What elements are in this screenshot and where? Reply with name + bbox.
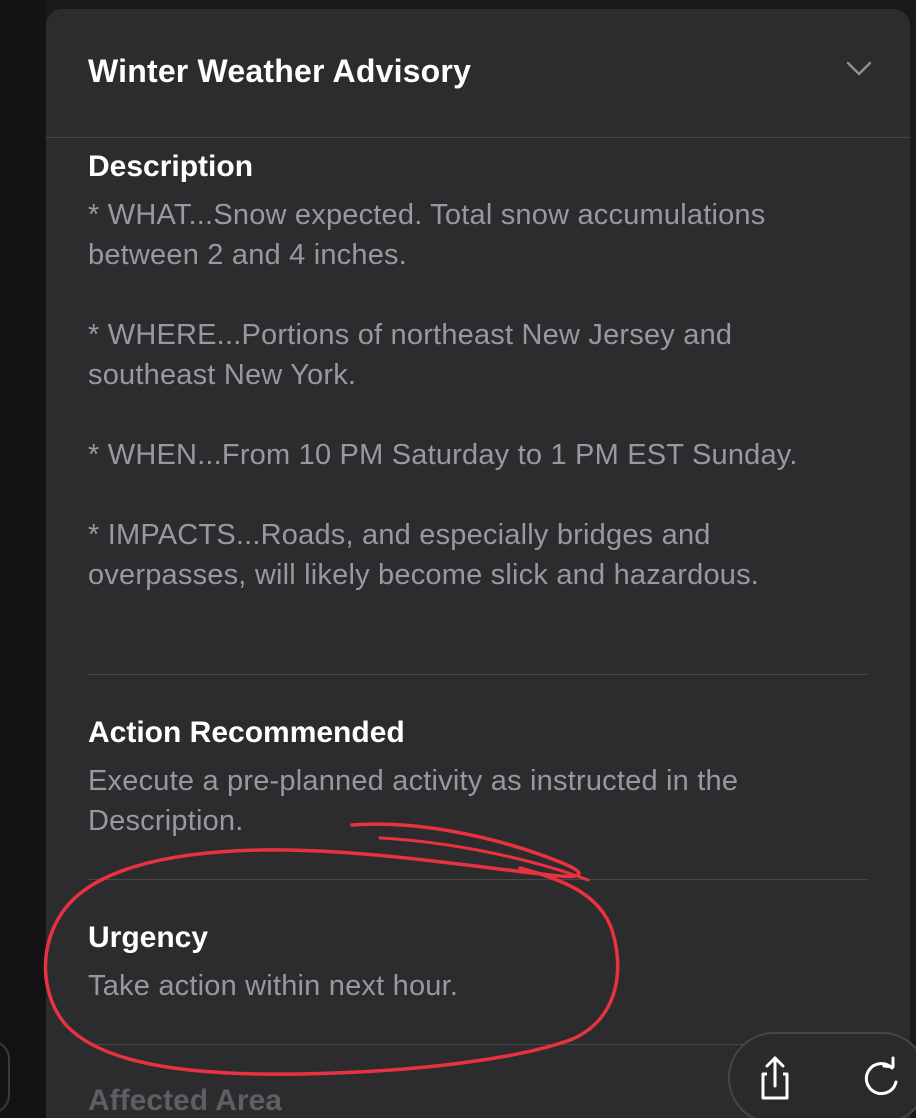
refresh-icon[interactable] [854, 1052, 908, 1106]
section-divider [88, 879, 868, 880]
background-control [0, 1040, 10, 1114]
section-divider [88, 674, 868, 675]
action-heading: Action Recommended [88, 716, 405, 749]
toolbar [728, 1032, 916, 1118]
background-panel [0, 0, 46, 1118]
urgency-body: Take action within next hour. [88, 970, 459, 1002]
screen: Winter Weather Advisory Description * WH… [0, 0, 916, 1118]
description-heading: Description [88, 150, 254, 183]
urgency-section: Urgency Take action within next hour. [88, 918, 868, 1006]
description-when: * WHEN...From 10 PM Saturday to 1 PM EST… [88, 439, 798, 471]
alert-title: Winter Weather Advisory [88, 53, 472, 89]
share-icon[interactable] [748, 1052, 802, 1106]
urgency-heading: Urgency [88, 921, 209, 954]
description-body: * WHAT...Snow expected. Total snow accum… [88, 195, 868, 595]
description-section: Description * WHAT...Snow expected. Tota… [88, 147, 868, 595]
action-section: Action Recommended Execute a pre-planned… [88, 713, 868, 841]
description-what: * WHAT...Snow expected. Total snow accum… [88, 199, 766, 271]
chevron-down-icon[interactable] [844, 53, 874, 83]
alert-card: Winter Weather Advisory Description * WH… [46, 9, 910, 1118]
affected-area-heading: Affected Area [88, 1084, 282, 1117]
alert-header[interactable]: Winter Weather Advisory [46, 9, 910, 138]
description-where: * WHERE...Portions of northeast New Jers… [88, 319, 733, 391]
action-body: Execute a pre-planned activity as instru… [88, 765, 739, 837]
description-impacts: * IMPACTS...Roads, and especially bridge… [88, 519, 760, 591]
